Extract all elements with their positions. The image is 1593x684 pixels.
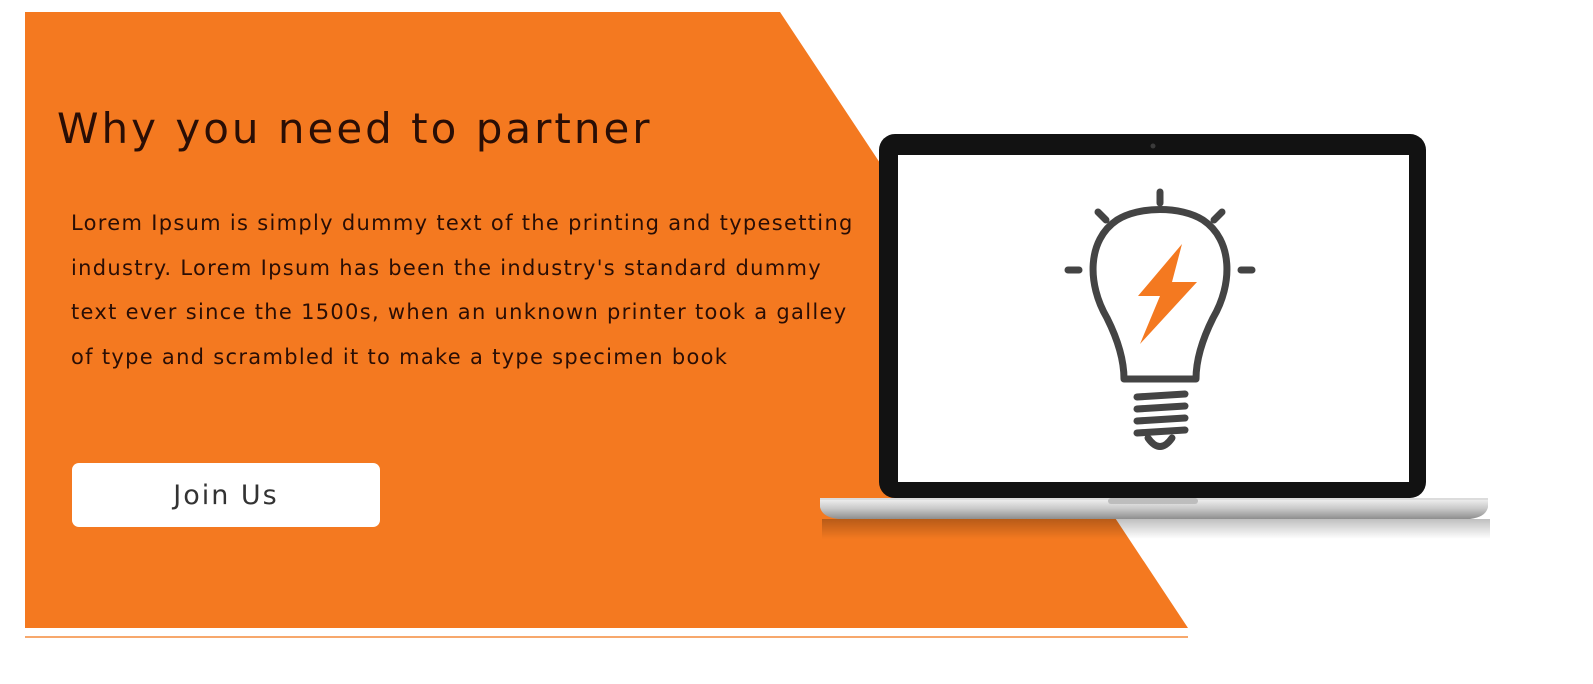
panel-underline (25, 636, 1188, 638)
partner-hero-section: Why you need to partner Lorem Ipsum is s… (0, 0, 1593, 684)
laptop-illustration (820, 134, 1490, 539)
hero-description: Lorem Ipsum is simply dummy text of the … (71, 211, 854, 369)
camera-icon (1150, 143, 1156, 149)
hero-title: Why you need to partner (57, 104, 653, 153)
join-us-button[interactable]: Join Us (72, 463, 380, 527)
